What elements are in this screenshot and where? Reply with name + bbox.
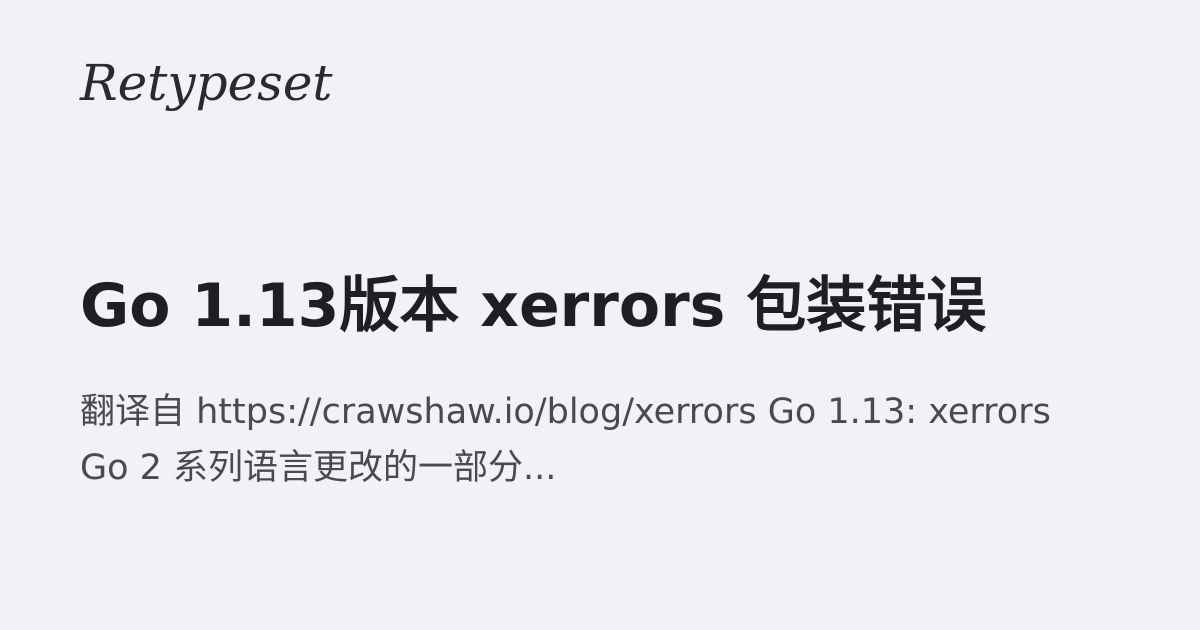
site-logo: Retypeset <box>80 54 333 112</box>
article-title: Go 1.13版本 xerrors 包装错误 <box>80 271 987 341</box>
share-card: Retypeset Go 1.13版本 xerrors 包装错误 翻译自 htt… <box>0 0 1200 630</box>
article-description: 翻译自 https://crawshaw.io/blog/xerrors Go … <box>80 392 1051 488</box>
